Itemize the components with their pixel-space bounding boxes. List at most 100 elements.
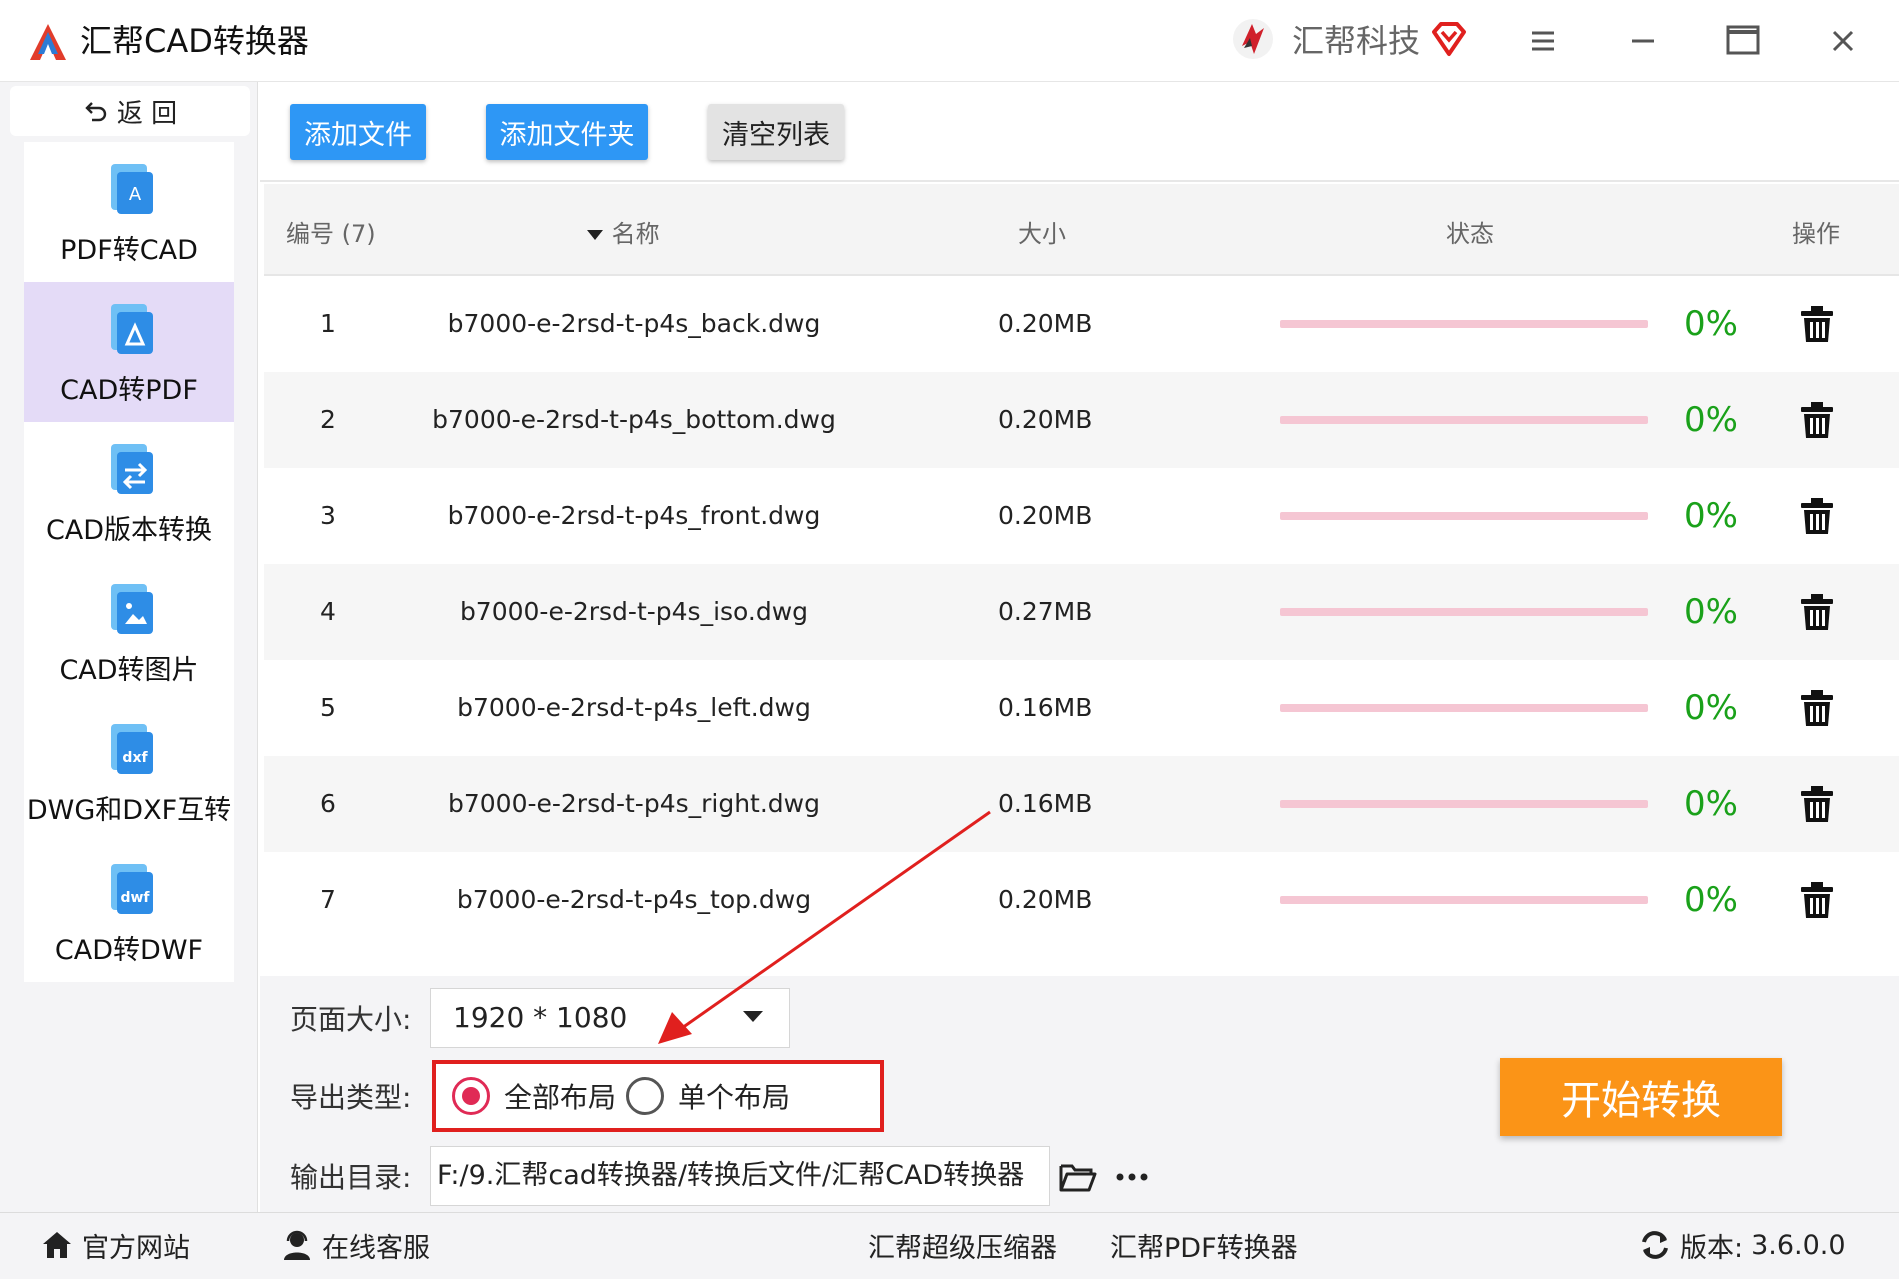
add-folder-button[interactable]: 添加文件夹 — [486, 104, 648, 160]
row-index: 2 — [320, 405, 336, 434]
website-label: 官方网站 — [82, 1232, 190, 1264]
menu-icon[interactable] — [1518, 18, 1568, 64]
header-index: 编号 (7) — [286, 220, 376, 248]
row-file-size: 0.16MB — [998, 693, 1093, 722]
row-file-name: b7000-e-2rsd-t-p4s_top.dwg — [456, 885, 812, 914]
row-progress-bar — [1280, 512, 1648, 520]
version-label: 版本: — [1680, 1232, 1744, 1264]
sidebar-item-cad-to-dwf[interactable]: dwf CAD转DWF — [24, 842, 234, 982]
sidebar-item-cad-to-pdf[interactable]: CAD转PDF — [24, 282, 234, 422]
more-options-icon[interactable] — [1112, 1160, 1152, 1194]
app-title: 汇帮CAD转换器 — [80, 22, 309, 60]
back-button[interactable]: 返 回 — [10, 86, 250, 136]
radio-all-layouts[interactable]: 全部布局 — [452, 1076, 616, 1116]
row-progress-percent: 0% — [1684, 880, 1738, 920]
online-support-link[interactable]: 在线客服 — [280, 1213, 430, 1277]
table-row[interactable]: 2 b7000-e-2rsd-t-p4s_bottom.dwg 0.20MB 0% — [264, 372, 1899, 468]
official-website-link[interactable]: 官方网站 — [40, 1213, 190, 1277]
version-info: 版本: 3.6.0.0 — [1638, 1213, 1846, 1277]
row-index: 1 — [320, 309, 336, 338]
row-file-size: 0.27MB — [998, 597, 1093, 626]
radio-label: 单个布局 — [678, 1081, 791, 1114]
chevron-down-icon — [743, 1011, 763, 1022]
row-progress-percent: 0% — [1684, 688, 1738, 728]
row-index: 3 — [320, 501, 336, 530]
compressor-link[interactable]: 汇帮超级压缩器 — [868, 1213, 1057, 1277]
row-progress-bar — [1280, 608, 1648, 616]
sidebar-item-pdf-to-cad[interactable]: A PDF转CAD — [24, 142, 234, 282]
pdf-converter-link[interactable]: 汇帮PDF转换器 — [1110, 1213, 1298, 1277]
row-progress-percent: 0% — [1684, 400, 1738, 440]
table-row[interactable]: 3 b7000-e-2rsd-t-p4s_front.dwg 0.20MB 0% — [264, 468, 1899, 564]
delete-icon[interactable] — [1798, 688, 1836, 728]
table-row[interactable]: 5 b7000-e-2rsd-t-p4s_left.dwg 0.16MB 0% — [264, 660, 1899, 756]
delete-icon[interactable] — [1798, 304, 1836, 344]
row-file-name: b7000-e-2rsd-t-p4s_bottom.dwg — [432, 405, 836, 434]
row-file-size: 0.20MB — [998, 501, 1093, 530]
row-index: 6 — [320, 789, 336, 818]
page-size-select[interactable]: 1920 * 1080 — [430, 988, 790, 1048]
header-name-label: 名称 — [611, 220, 660, 248]
table-row[interactable]: 1 b7000-e-2rsd-t-p4s_back.dwg 0.20MB 0% — [264, 276, 1899, 372]
radio-unchecked-icon — [626, 1077, 664, 1115]
row-index: 5 — [320, 693, 336, 722]
page-size-value: 1920 * 1080 — [453, 1001, 628, 1034]
output-dir-value: F:/9.汇帮cad转换器/转换后文件/汇帮CAD转换器 — [437, 1160, 1025, 1191]
row-progress-bar — [1280, 896, 1648, 904]
back-arrow-icon — [85, 102, 107, 122]
delete-icon[interactable] — [1798, 880, 1836, 920]
row-file-size: 0.20MB — [998, 885, 1093, 914]
close-icon[interactable] — [1818, 18, 1868, 64]
refresh-icon[interactable] — [1638, 1228, 1672, 1262]
sidebar-item-dwg-dxf[interactable]: dxf DWG和DXF互转 — [24, 702, 234, 842]
row-file-name: b7000-e-2rsd-t-p4s_left.dwg — [457, 693, 811, 722]
app-logo-icon — [30, 24, 66, 60]
row-file-name: b7000-e-2rsd-t-p4s_right.dwg — [447, 789, 820, 818]
sidebar: 返 回 A PDF转CAD CAD转PDF CAD版本转换 CAD转图片 dxf… — [0, 82, 258, 1212]
table-row[interactable]: 7 b7000-e-2rsd-t-p4s_top.dwg 0.20MB 0% — [264, 852, 1899, 948]
file-table: 编号 (7) 名称 大小 状态 操作 1 b7000-e-2rsd-t-p4s_b… — [264, 184, 1899, 974]
cad-to-image-icon — [111, 583, 153, 634]
sidebar-item-cad-version[interactable]: CAD版本转换 — [24, 422, 234, 562]
clear-list-button[interactable]: 清空列表 — [708, 104, 844, 160]
maximize-icon[interactable] — [1718, 18, 1768, 64]
export-type-label: 导出类型: — [290, 1081, 412, 1114]
page-size-label: 页面大小: — [290, 1003, 412, 1036]
svg-text:A: A — [129, 184, 142, 205]
output-dir-label: 输出目录: — [290, 1161, 412, 1194]
row-file-size: 0.20MB — [998, 309, 1093, 338]
vip-diamond-icon[interactable] — [1430, 20, 1468, 58]
header-status: 状态 — [1446, 220, 1494, 248]
brand-name: 汇帮科技 — [1292, 22, 1421, 60]
start-convert-button[interactable]: 开始转换 — [1500, 1058, 1782, 1136]
header-name[interactable]: 名称 — [586, 214, 660, 249]
table-row[interactable]: 6 b7000-e-2rsd-t-p4s_right.dwg 0.16MB 0% — [264, 756, 1899, 852]
back-label: 返 回 — [116, 98, 178, 129]
cad-to-dwf-icon: dwf — [111, 863, 153, 914]
delete-icon[interactable] — [1798, 784, 1836, 824]
row-progress-bar — [1280, 320, 1648, 328]
row-progress-percent: 0% — [1684, 592, 1738, 632]
sidebar-item-cad-to-image[interactable]: CAD转图片 — [24, 562, 234, 702]
delete-icon[interactable] — [1798, 592, 1836, 632]
nav-label: PDF转CAD — [60, 234, 198, 266]
table-row[interactable]: 4 b7000-e-2rsd-t-p4s_iso.dwg 0.27MB 0% — [264, 564, 1899, 660]
folder-open-icon[interactable] — [1058, 1160, 1098, 1194]
nav-label: CAD版本转换 — [45, 514, 213, 546]
nav-label: CAD转DWF — [54, 934, 204, 966]
add-file-button[interactable]: 添加文件 — [290, 104, 426, 160]
row-progress-bar — [1280, 800, 1648, 808]
delete-icon[interactable] — [1798, 400, 1836, 440]
output-dir-field[interactable]: F:/9.汇帮cad转换器/转换后文件/汇帮CAD转换器 — [430, 1146, 1050, 1206]
brand-logo-icon — [1233, 19, 1273, 59]
minimize-icon[interactable] — [1618, 18, 1668, 64]
delete-icon[interactable] — [1798, 496, 1836, 536]
row-progress-percent: 0% — [1684, 304, 1738, 344]
radio-single-layout[interactable]: 单个布局 — [626, 1076, 790, 1116]
row-file-size: 0.20MB — [998, 405, 1093, 434]
cad-to-pdf-icon — [111, 303, 153, 354]
header-size: 大小 — [1018, 220, 1066, 248]
radio-checked-icon — [452, 1077, 490, 1115]
status-bar: 官方网站 在线客服 汇帮超级压缩器 汇帮PDF转换器 版本: 3.6.0.0 — [0, 1212, 1899, 1279]
nav-label: CAD转图片 — [59, 654, 199, 686]
